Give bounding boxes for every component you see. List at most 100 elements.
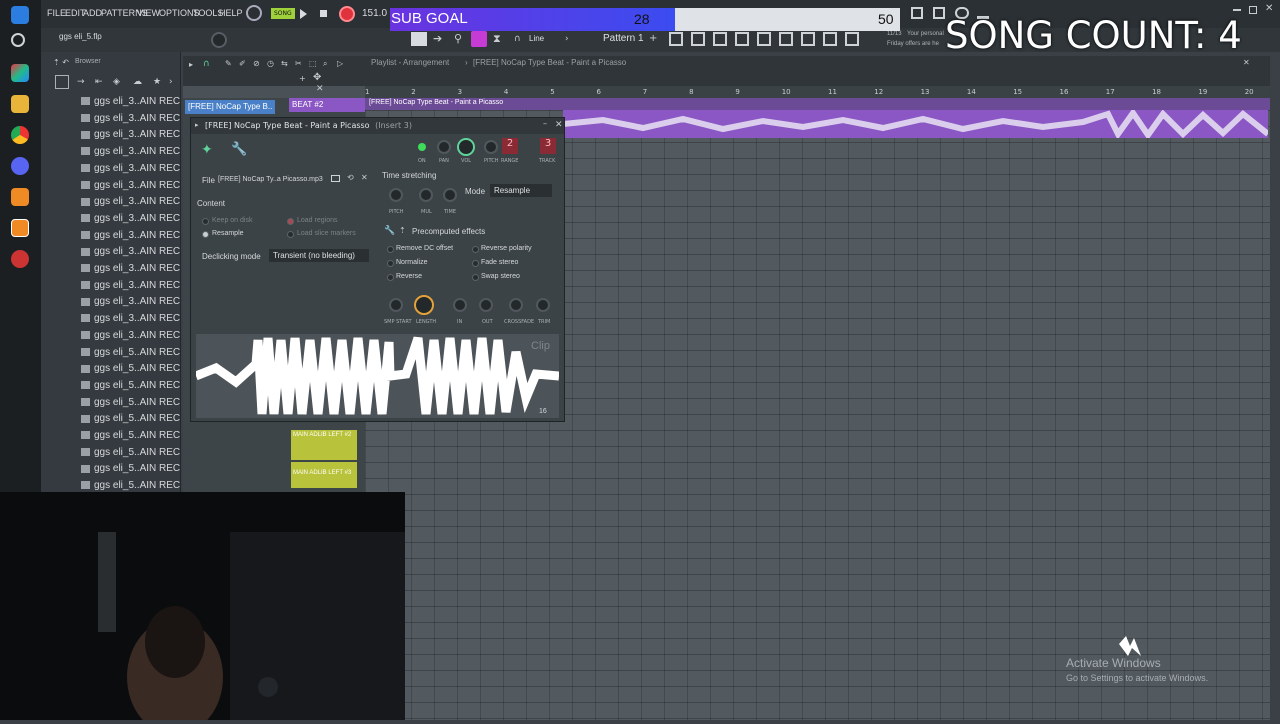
- menu-view[interactable]: VIEW: [137, 8, 160, 18]
- stop-icon[interactable]: [320, 10, 327, 17]
- countdown-icon[interactable]: ⧗: [493, 32, 501, 46]
- playlist-close-icon[interactable]: ✕: [1243, 58, 1250, 67]
- discord-icon[interactable]: [11, 157, 29, 175]
- zoom-tool-icon[interactable]: ⌕: [323, 59, 327, 69]
- adlib-clip-2[interactable]: MAIN ADLIB LEFT #3: [291, 462, 357, 488]
- declicking-select[interactable]: Transient (no bleeding): [269, 249, 369, 262]
- wave-zoom-number[interactable]: 16: [539, 408, 547, 415]
- browser-file-item[interactable]: ggs eli_3..AIN REC: [81, 129, 180, 145]
- browser-file-item[interactable]: ggs eli_5..AIN REC: [81, 397, 180, 413]
- mixer-icon[interactable]: [735, 32, 749, 46]
- browser-file-item[interactable]: ggs eli_3..AIN REC: [81, 313, 180, 329]
- channel-settings-icon[interactable]: [757, 32, 771, 46]
- browser-file-item[interactable]: ggs eli_3..AIN REC: [81, 230, 180, 246]
- playlist-close-x-icon[interactable]: ✕: [316, 84, 324, 94]
- draw-tool-icon[interactable]: ✎: [225, 59, 232, 68]
- trim-knob[interactable]: [536, 298, 550, 312]
- snap-icon[interactable]: ∩: [514, 34, 521, 44]
- export-icon[interactable]: [933, 7, 945, 19]
- browser-db-icon[interactable]: ◈: [113, 77, 120, 87]
- menu-file[interactable]: FILE: [47, 8, 66, 18]
- browser-cloud-icon[interactable]: ☁: [133, 77, 142, 87]
- waveform-tab-icon[interactable]: ✦: [201, 142, 213, 158]
- beat-clip-header[interactable]: [FREE] NoCap Type Beat - Paint a Picasso: [365, 98, 1270, 110]
- beat-clip-waveform[interactable]: [562, 107, 1270, 141]
- reverse-polarity-radio[interactable]: [472, 246, 479, 253]
- browser-file-item[interactable]: ggs eli_5..AIN REC: [81, 447, 180, 463]
- pat-song-toggle-icon[interactable]: [246, 5, 262, 21]
- browser-more-icon[interactable]: ›: [169, 77, 173, 87]
- fl-studio-active-icon[interactable]: [11, 219, 29, 237]
- channel-close-icon[interactable]: ✕: [555, 120, 563, 130]
- close-icon[interactable]: ✕: [1265, 3, 1273, 14]
- paint-tool-icon[interactable]: ✐: [239, 59, 246, 68]
- copilot-icon[interactable]: [11, 64, 29, 82]
- playlist-add-icon[interactable]: +: [299, 74, 306, 83]
- browser-nav-icon[interactable]: ⇡ ↶: [53, 58, 69, 67]
- playlist-menu-arrow-icon[interactable]: ▸: [189, 60, 193, 69]
- open-file-icon[interactable]: [331, 175, 340, 182]
- touch-keyboard-icon[interactable]: [823, 32, 837, 46]
- chevron-right-icon[interactable]: ›: [565, 34, 569, 44]
- slice-tool-icon[interactable]: ✂: [295, 59, 302, 68]
- piano-roll-icon[interactable]: [691, 32, 705, 46]
- crossfade-knob[interactable]: [509, 298, 523, 312]
- volume-knob[interactable]: [457, 138, 475, 156]
- browser-add-icon[interactable]: [55, 75, 69, 89]
- slip-tool-icon[interactable]: ⇆: [281, 59, 288, 68]
- mode-select[interactable]: Resample: [490, 184, 552, 197]
- snap-selector[interactable]: Line: [525, 32, 548, 45]
- minimize-icon[interactable]: [1233, 9, 1241, 11]
- magnet-icon[interactable]: ⚲: [454, 32, 462, 45]
- channel-settings-titlebar[interactable]: [FREE] NoCap Type Beat - Paint a Picasso…: [191, 118, 564, 134]
- metronome-icon[interactable]: [471, 31, 487, 47]
- remove-file-icon[interactable]: ✕: [361, 173, 368, 182]
- in-knob[interactable]: [453, 298, 467, 312]
- track-value-box[interactable]: 3: [540, 138, 556, 154]
- load-slice-markers-radio[interactable]: [287, 231, 294, 238]
- reload-file-icon[interactable]: ⟲: [347, 173, 354, 182]
- select-tool-icon[interactable]: ⬚: [309, 59, 317, 68]
- obs-icon[interactable]: [11, 250, 29, 268]
- length-knob[interactable]: [414, 295, 434, 315]
- song-mode-button[interactable]: SONG: [271, 8, 295, 19]
- browser-file-item[interactable]: ggs eli_5..AIN REC: [81, 463, 180, 479]
- range-value-box[interactable]: 2: [502, 138, 518, 154]
- browser-file-item[interactable]: ggs eli_3..AIN REC: [81, 213, 180, 229]
- search-icon[interactable]: [11, 33, 25, 47]
- swap-stereo-radio[interactable]: [472, 274, 479, 281]
- browser-file-item[interactable]: ggs eli_3..AIN REC: [81, 180, 180, 196]
- precomputed-arrow-icon[interactable]: ⇡: [399, 226, 406, 235]
- master-volume-knob[interactable]: [211, 32, 227, 48]
- remove-dc-radio[interactable]: [387, 246, 394, 253]
- browser-back-icon[interactable]: ⇤: [95, 77, 103, 87]
- beat-track-label-box[interactable]: BEAT #2: [289, 98, 365, 112]
- ts-time-knob[interactable]: [443, 188, 457, 202]
- plugin-picker-icon[interactable]: [801, 32, 815, 46]
- browser-file-item[interactable]: ggs eli_5..AIN REC: [81, 413, 180, 429]
- keep-on-disk-radio[interactable]: [202, 218, 209, 225]
- pattern-selector[interactable]: Pattern 1: [599, 31, 648, 44]
- adlib-clip-1[interactable]: MAIN ADLIB LEFT #2: [291, 430, 357, 460]
- browser-file-item[interactable]: ggs eli_5..AIN REC: [81, 430, 180, 446]
- ts-mul-knob[interactable]: [419, 188, 433, 202]
- picker-clip[interactable]: [FREE] NoCap Type B..: [185, 100, 275, 114]
- playback-tool-icon[interactable]: ▷: [337, 59, 343, 68]
- file-explorer-icon[interactable]: [11, 95, 29, 113]
- file-name[interactable]: [FREE] NoCap Ty..a Picasso.mp3: [218, 176, 323, 183]
- shop-icon[interactable]: [845, 32, 859, 46]
- channel-minimize-icon[interactable]: –: [543, 119, 547, 128]
- wrench-tab-icon[interactable]: 🔧: [231, 142, 247, 157]
- browser-file-item[interactable]: ggs eli_3..AIN REC: [81, 330, 180, 346]
- browser-arrow-icon[interactable]: →: [77, 77, 85, 87]
- browser-file-item[interactable]: ggs eli_3..AIN REC: [81, 246, 180, 262]
- chrome-icon[interactable]: [11, 126, 29, 144]
- browser-file-item[interactable]: ggs eli_3..AIN REC: [81, 296, 180, 312]
- news-text[interactable]: Your personal: [907, 31, 944, 37]
- browser-file-item[interactable]: ggs eli_3..AIN REC: [81, 146, 180, 162]
- mute-tool-icon[interactable]: ◷: [267, 59, 274, 68]
- browser-file-item[interactable]: ggs eli_3..AIN REC: [81, 280, 180, 296]
- normalize-radio[interactable]: [387, 260, 394, 267]
- browser-file-item[interactable]: ggs eli_3..AIN REC: [81, 96, 180, 112]
- channel-menu-arrow-icon[interactable]: ▸: [195, 121, 199, 129]
